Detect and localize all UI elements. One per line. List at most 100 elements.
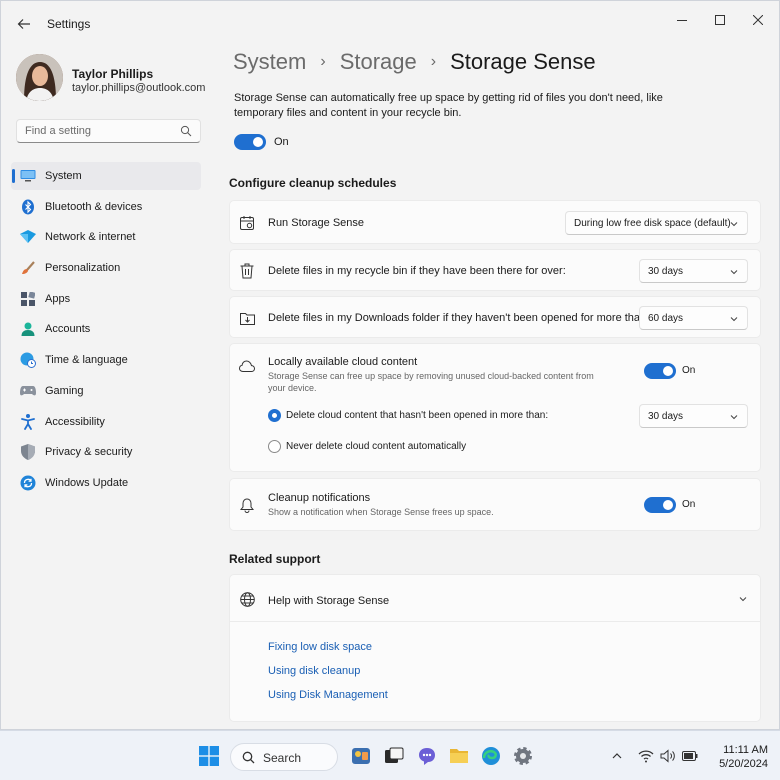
title-bar: Settings: [1, 1, 779, 45]
sidebar-item-bluetooth[interactable]: Bluetooth & devices: [11, 193, 201, 221]
dropdown-value: 60 days: [648, 313, 684, 324]
breadcrumb: System › Storage › Storage Sense: [233, 49, 596, 75]
sidebar-item-network[interactable]: Network & internet: [11, 223, 201, 251]
wifi-icon[interactable]: [638, 748, 654, 764]
sidebar-item-label: Time & language: [45, 354, 128, 367]
close-icon: [753, 15, 763, 25]
profile-name: Taylor Phillips: [72, 67, 154, 81]
help-storage-sense-header[interactable]: Help with Storage Sense: [230, 575, 760, 622]
cleanup-schedules-heading: Configure cleanup schedules: [229, 176, 397, 190]
breadcrumb-separator: ›: [430, 53, 437, 70]
breadcrumb-system[interactable]: System: [233, 49, 306, 75]
cleanup-notifications-label: Cleanup notifications: [268, 492, 371, 504]
globe-clock-icon: [20, 352, 36, 369]
search-icon: [180, 125, 192, 137]
chevron-up-down-icon[interactable]: [738, 594, 748, 604]
back-button[interactable]: [13, 13, 35, 35]
breadcrumb-storage[interactable]: Storage: [340, 49, 417, 75]
help-storage-sense-card: Help with Storage Sense Fixing low disk …: [229, 574, 761, 722]
sidebar-item-windows-update[interactable]: Windows Update: [11, 469, 201, 497]
cloud-content-toggle[interactable]: [644, 363, 676, 379]
sidebar-item-label: Accessibility: [45, 415, 105, 428]
minimize-icon: [677, 20, 687, 21]
gamepad-icon: [20, 383, 36, 399]
bluetooth-icon: [20, 199, 36, 215]
file-explorer-icon[interactable]: [447, 744, 471, 768]
notifications-toggle-label: On: [682, 499, 696, 510]
sidebar-item-label: Network & internet: [45, 231, 136, 244]
cloud-content-dropdown[interactable]: 30 days: [639, 404, 748, 428]
storage-sense-toggle[interactable]: [234, 134, 266, 150]
run-storage-sense-dropdown[interactable]: During low free disk space (default): [565, 211, 748, 235]
settings-gear-icon[interactable]: [511, 744, 535, 768]
never-delete-radio[interactable]: [268, 440, 281, 453]
search-placeholder: Find a setting: [25, 125, 92, 137]
downloads-card: Delete files in my Downloads folder if t…: [229, 296, 761, 338]
sidebar-item-privacy[interactable]: Privacy & security: [11, 438, 201, 466]
run-storage-sense-label: Run Storage Sense: [268, 217, 365, 229]
cloud-content-description: Storage Sense can free up space by remov…: [268, 371, 594, 393]
sidebar-item-label: Bluetooth & devices: [45, 200, 143, 213]
recycle-bin-label: Delete files in my recycle bin if they h…: [268, 265, 566, 277]
chat-icon[interactable]: [415, 744, 439, 768]
sidebar-item-personalization[interactable]: Personalization: [11, 254, 201, 282]
maximize-button[interactable]: [705, 9, 735, 31]
cloud-content-card: Locally available cloud content Storage …: [229, 343, 761, 472]
sidebar-item-accounts[interactable]: Accounts: [11, 315, 201, 343]
downloads-folder-icon: [239, 310, 255, 326]
link-using-disk-management[interactable]: Using Disk Management: [268, 689, 388, 701]
delete-cloud-content-radio[interactable]: [268, 409, 281, 422]
windows-logo-icon: [199, 746, 219, 766]
maximize-icon: [715, 15, 725, 25]
wifi-diamond-icon: [20, 229, 36, 245]
sidebar-nav: System Bluetooth & devices Network & int…: [11, 162, 201, 500]
chevron-down-icon: [730, 415, 738, 420]
sidebar-item-gaming[interactable]: Gaming: [11, 377, 201, 405]
brush-icon: [20, 260, 36, 276]
sidebar-item-accessibility[interactable]: Accessibility: [11, 408, 201, 436]
run-storage-sense-card: Run Storage Sense During low free disk s…: [229, 200, 761, 244]
link-fixing-low-disk-space[interactable]: Fixing low disk space: [268, 641, 372, 653]
close-button[interactable]: [743, 9, 773, 31]
dropdown-value: 30 days: [648, 266, 684, 277]
sidebar-item-time-language[interactable]: Time & language: [11, 346, 201, 374]
sidebar-item-label: Personalization: [45, 262, 121, 275]
minimize-button[interactable]: [667, 9, 697, 31]
link-using-disk-cleanup[interactable]: Using disk cleanup: [268, 665, 360, 677]
chevron-down-icon: [730, 222, 738, 227]
volume-icon[interactable]: [660, 748, 676, 764]
downloads-dropdown[interactable]: 60 days: [639, 306, 748, 330]
monitor-icon: [20, 168, 36, 184]
cloud-content-label: Locally available cloud content: [268, 356, 418, 368]
edge-browser-icon[interactable]: [479, 744, 503, 768]
downloads-label: Delete files in my Downloads folder if t…: [268, 312, 650, 324]
sidebar-item-system[interactable]: System: [11, 162, 201, 190]
clock[interactable]: 11:11 AM 5/20/2024: [712, 743, 768, 771]
battery-icon[interactable]: [682, 748, 698, 764]
cloud-icon: [239, 358, 255, 374]
sidebar-item-label: System: [45, 170, 82, 182]
search-input[interactable]: Find a setting: [16, 119, 201, 143]
settings-window: Settings Taylor Phillips taylor.phillips…: [0, 0, 780, 730]
avatar[interactable]: [16, 54, 63, 101]
task-view-icon[interactable]: [382, 744, 406, 768]
recycle-bin-dropdown[interactable]: 30 days: [639, 259, 748, 283]
start-button[interactable]: [197, 744, 221, 768]
dropdown-value: 30 days: [648, 411, 684, 422]
shield-icon: [20, 444, 36, 461]
apps-icon: [20, 291, 36, 307]
sidebar-item-label: Apps: [45, 292, 71, 305]
taskbar-search[interactable]: Search: [230, 743, 338, 771]
cleanup-notifications-toggle[interactable]: [644, 497, 676, 513]
widgets-icon[interactable]: [349, 744, 373, 768]
sidebar-item-apps[interactable]: Apps: [11, 285, 201, 313]
globe-icon: [239, 591, 255, 607]
person-icon: [20, 321, 36, 337]
bell-icon: [239, 497, 255, 513]
recycle-bin-card: Delete files in my recycle bin if they h…: [229, 249, 761, 291]
chevron-up-icon[interactable]: [609, 748, 625, 764]
back-arrow-icon: [17, 19, 30, 29]
sidebar-item-label: Gaming: [45, 384, 84, 397]
calendar-icon: [239, 215, 255, 231]
chevron-down-icon: [730, 317, 738, 322]
